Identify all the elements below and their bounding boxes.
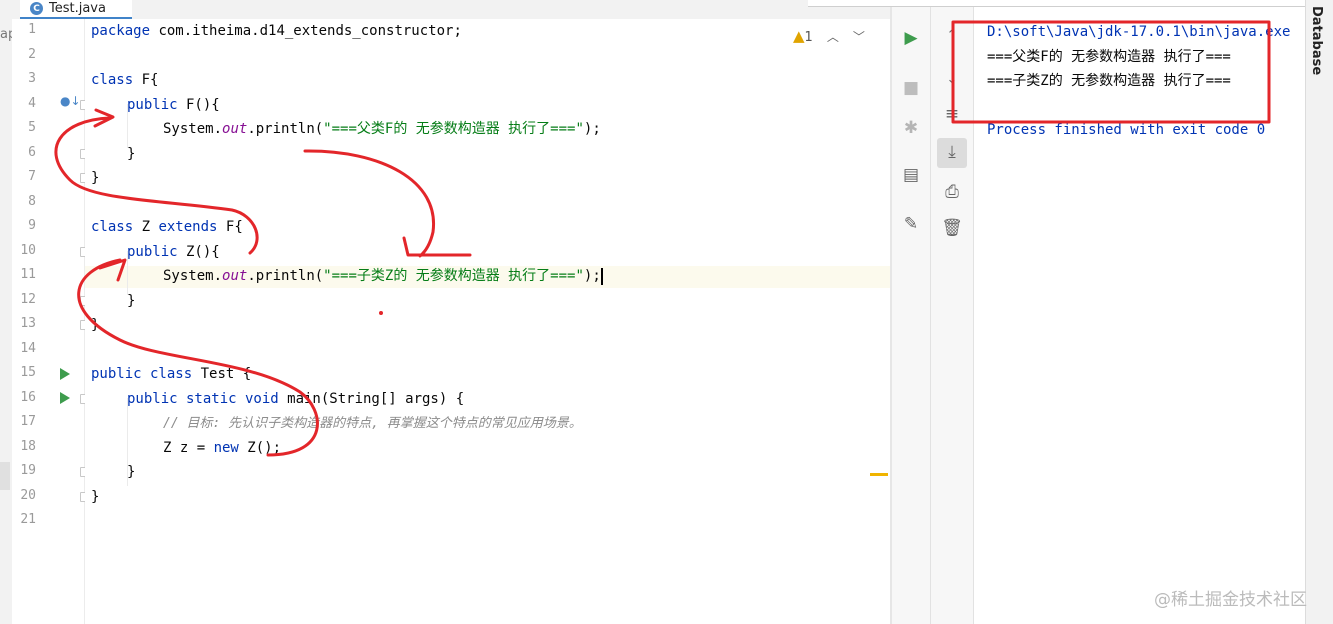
run-class-icon[interactable] (60, 368, 70, 380)
console-command-path: D:\soft\Java\jdk-17.0.1\bin\java.exe (987, 24, 1291, 40)
run-main-icon[interactable] (60, 392, 70, 404)
pin-icon[interactable]: ✎ (892, 214, 930, 234)
line-number: 18 (20, 439, 36, 454)
run-toolbar: ▶ ■ ✱ ▤ ✎ (892, 0, 931, 624)
clear-all-icon[interactable]: 🗑 (931, 218, 973, 238)
editor-gutter[interactable]: 1 2 3 4 5 6 7 8 9 10 11 12 13 14 15 16 1… (12, 19, 90, 624)
console-output-line: ===子类Z的 无参数构造器 执行了=== (987, 73, 1231, 89)
inspection-widget[interactable]: ▲1 ︿ ﹀ (793, 27, 865, 45)
line-number: 1 (28, 22, 36, 37)
code-line-1: package com.itheima.d14_extends_construc… (91, 23, 462, 39)
line-number: 17 (20, 414, 36, 429)
console-exit-message: Process finished with exit code 0 (987, 122, 1266, 138)
down-arrow-icon[interactable]: ⌄ (931, 72, 973, 87)
scroll-to-end-icon[interactable]: ⤓ (931, 142, 973, 162)
line-number: 7 (28, 169, 36, 184)
rerun-icon[interactable]: ▶ (892, 28, 930, 48)
overridden-method-icon[interactable]: ●↓ (60, 94, 81, 108)
code-line-3: class F{ (91, 72, 159, 88)
code-line-6: } (127, 146, 136, 162)
code-line-10: public Z(){ (127, 244, 220, 260)
left-panel-edge: ap (0, 0, 16, 624)
line-number: 9 (28, 218, 36, 233)
code-line-19: } (127, 464, 136, 480)
line-number: 10 (20, 243, 36, 258)
line-number: 14 (20, 341, 36, 356)
line-number: 11 (20, 267, 36, 282)
text-caret (600, 267, 603, 285)
java-class-icon: C (30, 2, 43, 15)
soft-wrap-icon[interactable]: ≡ (931, 104, 973, 124)
console-output-line: ===父类F的 无参数构造器 执行了=== (987, 49, 1231, 65)
line-number: 13 (20, 316, 36, 331)
code-line-18: Z z = new Z(); (163, 440, 282, 456)
code-editor[interactable]: package com.itheima.d14_extends_construc… (85, 19, 890, 624)
code-line-9: class Z extends F{ (91, 219, 243, 235)
line-number: 20 (20, 488, 36, 503)
code-line-16: public static void main(String[] args) { (127, 391, 465, 407)
line-number: 6 (28, 145, 36, 160)
database-tool-tab[interactable]: Database (1309, 6, 1324, 75)
watermark: @稀土掘金技术社区 (1154, 590, 1307, 610)
console-output[interactable]: D:\soft\Java\jdk-17.0.1\bin\java.exe ===… (974, 0, 1304, 624)
code-line-12: } (127, 293, 136, 309)
line-number: 16 (20, 390, 36, 405)
print-icon[interactable]: ⎙ (931, 182, 973, 202)
line-number: 2 (28, 47, 36, 62)
line-number: 12 (20, 292, 36, 307)
code-line-4: public F(){ (127, 97, 220, 113)
line-number: 15 (20, 365, 36, 380)
right-tool-strip: Database (1305, 0, 1333, 624)
stop-icon[interactable]: ■ (892, 78, 930, 98)
line-number: 5 (28, 120, 36, 135)
top-window-edge (808, 0, 1308, 7)
layout-icon[interactable]: ▤ (892, 165, 930, 185)
line-number: 21 (20, 512, 36, 527)
code-line-17: // 目标: 先认识子类构造器的特点, 再掌握这个特点的常见应用场景。 (163, 416, 582, 431)
up-arrow-icon[interactable]: ⌃ (931, 28, 973, 43)
line-number: 8 (28, 194, 36, 209)
previous-highlight-icon[interactable]: ︿ (827, 28, 839, 45)
warning-indicator[interactable]: ▲1 (793, 27, 813, 45)
line-number: 4 (28, 96, 36, 111)
warning-icon: ▲ (793, 27, 805, 45)
tab-test-java[interactable]: C Test.java (20, 0, 132, 19)
line-number: 19 (20, 463, 36, 478)
code-line-13: } (91, 317, 100, 333)
code-line-5: System.out.println("===父类F的 无参数构造器 执行了==… (163, 121, 601, 137)
line-number: 3 (28, 71, 36, 86)
warning-stripe-marker[interactable] (870, 473, 888, 476)
next-highlight-icon[interactable]: ﹀ (853, 28, 865, 45)
code-line-20: } (91, 489, 100, 505)
debug-icon[interactable]: ✱ (892, 118, 930, 138)
console-toolbar: ⌃ ⌄ ≡ ⤓ ⎙ 🗑 (931, 0, 974, 624)
tab-label: Test.java (49, 1, 106, 16)
code-line-11: System.out.println("===子类Z的 无参数构造器 执行了==… (163, 267, 603, 285)
code-line-7: } (91, 170, 100, 186)
editor-tab-bar: C Test.java (12, 0, 890, 20)
left-panel-block (0, 462, 10, 490)
code-line-15: public class Test { (91, 366, 252, 382)
